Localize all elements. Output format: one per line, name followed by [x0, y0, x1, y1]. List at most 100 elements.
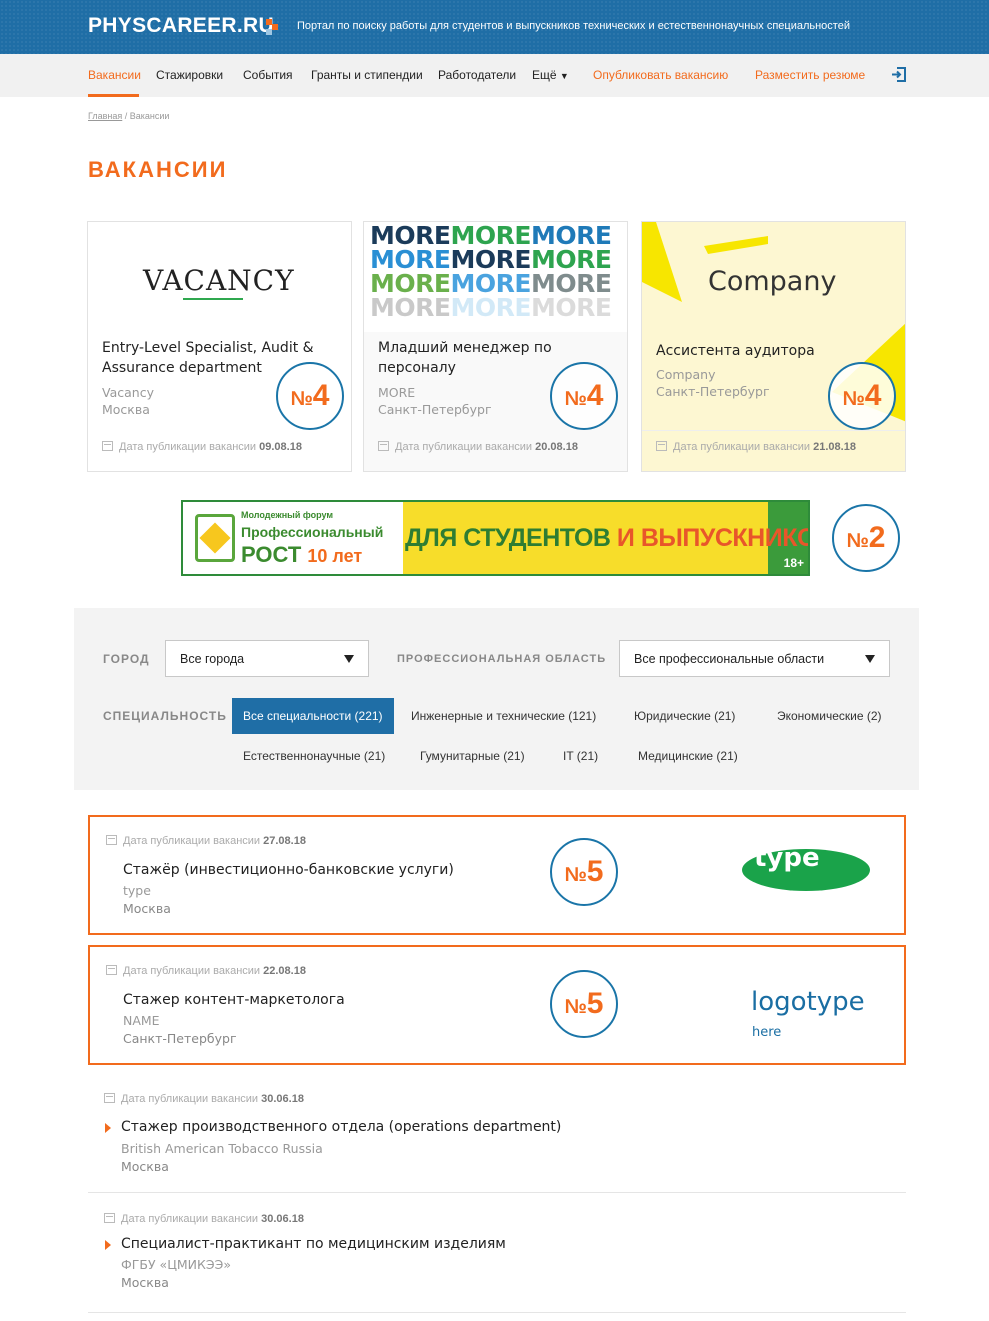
company-logo: Company [708, 266, 837, 297]
listing-date-label: Дата публикации вакансии [123, 965, 261, 977]
city-select-value: Все города [180, 652, 245, 666]
placement-badge: №4 [276, 362, 344, 430]
placement-badge: №2 [832, 504, 900, 572]
listing-city: Москва [121, 1159, 169, 1174]
card-city: Москва [102, 402, 150, 417]
chip-legal[interactable]: Юридические (21) [634, 709, 735, 723]
listing-title[interactable]: Специалист-практикант по медицинским изд… [121, 1236, 506, 1252]
listing-title[interactable]: Стажер контент-маркетолога [123, 992, 345, 1008]
listing-city: Санкт-Петербург [123, 1031, 237, 1046]
chip-engineering[interactable]: Инженерные и технические (121) [411, 709, 596, 723]
post-resume-link[interactable]: Разместить резюме [755, 68, 865, 82]
banner-line3: РОСТ 10 лет [241, 542, 362, 568]
badge-number: 5 [586, 987, 604, 1020]
chip-natural-sciences[interactable]: Естественнонаучные (21) [243, 749, 385, 763]
placement-badge: №5 [550, 838, 618, 906]
calendar-icon [104, 1213, 115, 1223]
publish-vacancy-link[interactable]: Опубликовать вакансию [593, 68, 728, 82]
card-date-value: 20.08.18 [535, 441, 578, 453]
badge-prefix: № [564, 864, 587, 886]
card-company: Vacancy [102, 385, 154, 400]
vacancy-card[interactable]: VACANCY Entry-Level Specialist, Audit & … [87, 221, 352, 472]
nav-vacancies[interactable]: Вакансии [88, 68, 141, 82]
arrow-bullet-icon [105, 1240, 113, 1250]
listing-title[interactable]: Стажёр (инвестиционно-банковские услуги) [123, 862, 454, 878]
card-date: Дата публикации вакансии 21.08.18 [656, 441, 856, 453]
logo-mark-icon [266, 19, 278, 35]
chip-all-specialties[interactable]: Все специальности (221) [232, 698, 394, 734]
area-select-value: Все профессиональные области [634, 652, 825, 666]
login-icon[interactable] [890, 66, 907, 83]
top-header: PHYSCAREER.RU Портал по поиску работы дл… [0, 0, 989, 54]
company-logo-sub: here [752, 1025, 782, 1040]
age-rating: 18+ [783, 556, 804, 570]
banner-line1: Молодежный форум [241, 510, 334, 520]
nav-employers[interactable]: Работодатели [438, 68, 516, 82]
vacancy-card[interactable]: MOREMOREMORE MOREMOREMORE MOREMOREMORE M… [363, 221, 628, 472]
logo-line: MOREMOREMORE [370, 293, 623, 320]
nav-more[interactable]: Ещё ▼ [532, 68, 569, 82]
company-logo-text: type [754, 843, 820, 873]
listing-date: Дата публикации вакансии 22.08.18 [106, 965, 306, 977]
listing-date-value: 30.06.18 [261, 1213, 304, 1225]
area-select[interactable]: Все профессиональные области [619, 640, 890, 677]
listing-date-value: 22.08.18 [263, 965, 306, 977]
site-logo[interactable]: PHYSCAREER.RU [88, 14, 274, 38]
placement-badge: №5 [550, 970, 618, 1038]
breadcrumb: Главная / Вакансии [88, 111, 169, 121]
listing-date-label: Дата публикации вакансии [121, 1213, 259, 1225]
banner-line2: Профессиональный [241, 524, 384, 540]
banner-years: 10 лет [307, 546, 363, 566]
listing-city: Москва [123, 901, 171, 916]
nav-grants[interactable]: Гранты и стипендии [311, 68, 423, 82]
vacancy-listing-featured[interactable]: Дата публикации вакансии 27.08.18 Стажёр… [88, 815, 906, 935]
card-date: Дата публикации вакансии 09.08.18 [102, 441, 302, 453]
card-company: Company [656, 367, 716, 382]
banner-main-b: И ВЫПУСКНИКОВ ВУЗОВ [616, 524, 808, 552]
forum-logo-icon [195, 514, 235, 562]
chip-economics[interactable]: Экономические (2) [777, 709, 882, 723]
caret-down-icon [865, 655, 875, 663]
city-select[interactable]: Все города [165, 640, 369, 677]
caret-down-icon [344, 655, 354, 663]
nav-internships[interactable]: Стажировки [156, 68, 223, 82]
breadcrumb-home[interactable]: Главная [88, 111, 122, 121]
vacancy-listing[interactable]: Дата публикации вакансии 30.06.18 Специа… [88, 1198, 906, 1308]
breadcrumb-current: Вакансии [129, 111, 170, 121]
card-date-label: Дата публикации вакансии [119, 441, 257, 453]
card-title[interactable]: Младший менеджер по персоналу [378, 338, 553, 378]
chevron-down-icon: ▼ [559, 71, 569, 81]
card-date-value: 09.08.18 [259, 441, 302, 453]
listing-date-label: Дата публикации вакансии [121, 1093, 259, 1105]
nav-more-label: Ещё [532, 68, 557, 82]
breadcrumb-separator: / [122, 111, 130, 121]
calendar-icon [104, 1093, 115, 1103]
logo-word: MORE [450, 293, 531, 320]
listing-date: Дата публикации вакансии 27.08.18 [106, 835, 306, 847]
company-logo: VACANCY [143, 264, 295, 297]
badge-prefix: № [846, 530, 869, 552]
vacancy-card[interactable]: Company Ассистента аудитора Company Санк… [641, 221, 906, 472]
listing-date-label: Дата публикации вакансии [123, 835, 261, 847]
calendar-icon [378, 441, 389, 451]
listing-title[interactable]: Стажер производственного отдела (operati… [121, 1119, 561, 1135]
nav-events[interactable]: События [243, 68, 293, 82]
chip-it[interactable]: IT (21) [563, 749, 598, 763]
vacancy-listing[interactable]: Дата публикации вакансии 30.06.18 Стажер… [88, 1078, 906, 1188]
listing-date: Дата публикации вакансии 30.06.18 [104, 1093, 304, 1105]
badge-prefix: № [564, 996, 587, 1018]
card-title[interactable]: Ассистента аудитора [656, 341, 896, 361]
company-logo: type [742, 843, 870, 891]
site-tagline: Портал по поиску работы для студентов и … [297, 20, 850, 32]
vacancy-listing-featured[interactable]: Дата публикации вакансии 22.08.18 Стажер… [88, 945, 906, 1065]
badge-number: 2 [868, 521, 886, 554]
listing-city: Москва [121, 1275, 169, 1290]
card-date-value: 21.08.18 [813, 441, 856, 453]
ad-banner[interactable]: Молодежный форум Профессиональный РОСТ 1… [181, 500, 810, 576]
company-logo: logotype [751, 987, 865, 1017]
chip-humanities[interactable]: Гумунитарные (21) [420, 749, 525, 763]
arrow-bullet-icon [105, 1123, 113, 1133]
specialty-filter-label: СПЕЦИАЛЬНОСТЬ [103, 709, 227, 723]
chip-medical[interactable]: Медицинские (21) [638, 749, 738, 763]
calendar-icon [656, 441, 667, 451]
